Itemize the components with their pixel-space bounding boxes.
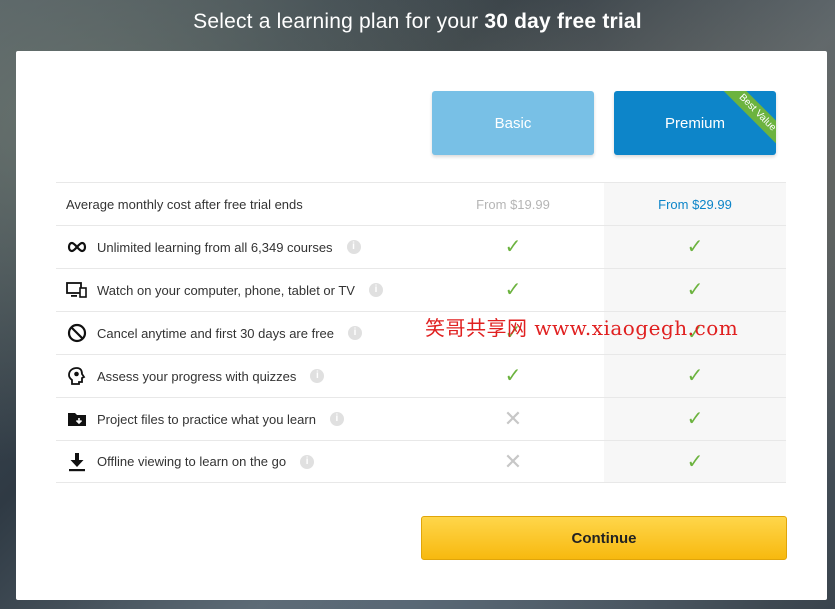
premium-check: ✓ [604, 226, 786, 268]
title-bold: 30 day free trial [484, 10, 642, 33]
best-value-ribbon: Best Value [719, 91, 776, 151]
cancel-icon [66, 323, 87, 343]
feature-label: Project files to practice what you learn [97, 411, 316, 427]
check-icon: ✓ [504, 365, 522, 387]
feature-label: Watch on your computer, phone, tablet or… [97, 282, 355, 298]
feature-label: Unlimited learning from all 6,349 course… [97, 239, 333, 255]
devices-icon [66, 280, 87, 300]
feature-label: Assess your progress with quizzes [97, 368, 297, 384]
table-row: Average monthly cost after free trial en… [56, 182, 786, 225]
table-row: Assess your progress with quizzes i ✓ ✓ [56, 354, 786, 397]
check-icon: ✓ [504, 279, 522, 301]
cross-icon: ✕ [503, 406, 523, 431]
info-icon[interactable]: i [310, 369, 325, 383]
feature-cell: Unlimited learning from all 6,349 course… [66, 237, 361, 257]
continue-label: Continue [571, 529, 637, 547]
table-row: Offline viewing to learn on the go i ✕ ✓ [56, 440, 786, 483]
info-icon[interactable]: i [348, 326, 363, 340]
watermark-text: 笑哥共享网 www.xiaogegh.com [425, 316, 739, 340]
feature-cell: Assess your progress with quizzes i [66, 366, 325, 386]
check-icon: ✓ [686, 236, 704, 258]
feature-label: Cancel anytime and first 30 days are fre… [97, 325, 335, 341]
check-icon: ✓ [686, 450, 704, 473]
page-title: Select a learning plan for your 30 day f… [0, 10, 835, 34]
check-icon: ✓ [686, 279, 704, 301]
table-row: Project files to practice what you learn… [56, 397, 786, 440]
title-prefix: Select a learning plan for your [193, 10, 485, 33]
feature-cell: Project files to practice what you learn… [66, 409, 344, 429]
basic-plan-label: Basic [494, 114, 532, 132]
table-row: Unlimited learning from all 6,349 course… [56, 225, 786, 268]
cross-icon: ✕ [503, 448, 523, 474]
feature-cell: Offline viewing to learn on the go i [66, 452, 315, 472]
info-icon[interactable]: i [346, 240, 361, 254]
basic-plan-button[interactable]: Basic [432, 91, 594, 155]
premium-check: ✓ [604, 355, 786, 397]
feature-label: Average monthly cost after free trial en… [66, 196, 303, 212]
info-icon[interactable]: i [300, 454, 315, 469]
feature-cell: Average monthly cost after free trial en… [66, 197, 303, 212]
basic-price: From $19.99 [476, 196, 550, 212]
check-icon: ✓ [504, 236, 522, 258]
check-icon: ✓ [686, 408, 704, 430]
basic-cross: ✕ [422, 398, 604, 440]
premium-plan-label: Premium [664, 114, 725, 132]
table-row: Watch on your computer, phone, tablet or… [56, 268, 786, 311]
folder-icon [66, 409, 87, 429]
basic-cross: ✕ [422, 441, 604, 482]
info-icon[interactable]: i [329, 412, 344, 426]
premium-check: ✓ [604, 398, 786, 440]
quiz-head-icon [66, 366, 87, 386]
basic-check: ✓ [422, 226, 604, 268]
feature-cell: Cancel anytime and first 30 days are fre… [66, 323, 363, 343]
feature-label: Offline viewing to learn on the go [97, 454, 287, 469]
continue-button[interactable]: Continue [421, 516, 787, 560]
feature-cell: Watch on your computer, phone, tablet or… [66, 280, 383, 300]
download-icon [66, 452, 87, 472]
premium-plan-button[interactable]: Premium Best Value [614, 91, 776, 155]
info-icon[interactable]: i [368, 283, 383, 297]
check-icon: ✓ [686, 365, 704, 387]
premium-check: ✓ [604, 269, 786, 311]
premium-price: From $29.99 [658, 196, 732, 212]
premium-check: ✓ [604, 441, 786, 482]
basic-check: ✓ [422, 269, 604, 311]
basic-check: ✓ [422, 355, 604, 397]
infinity-icon [66, 237, 87, 257]
